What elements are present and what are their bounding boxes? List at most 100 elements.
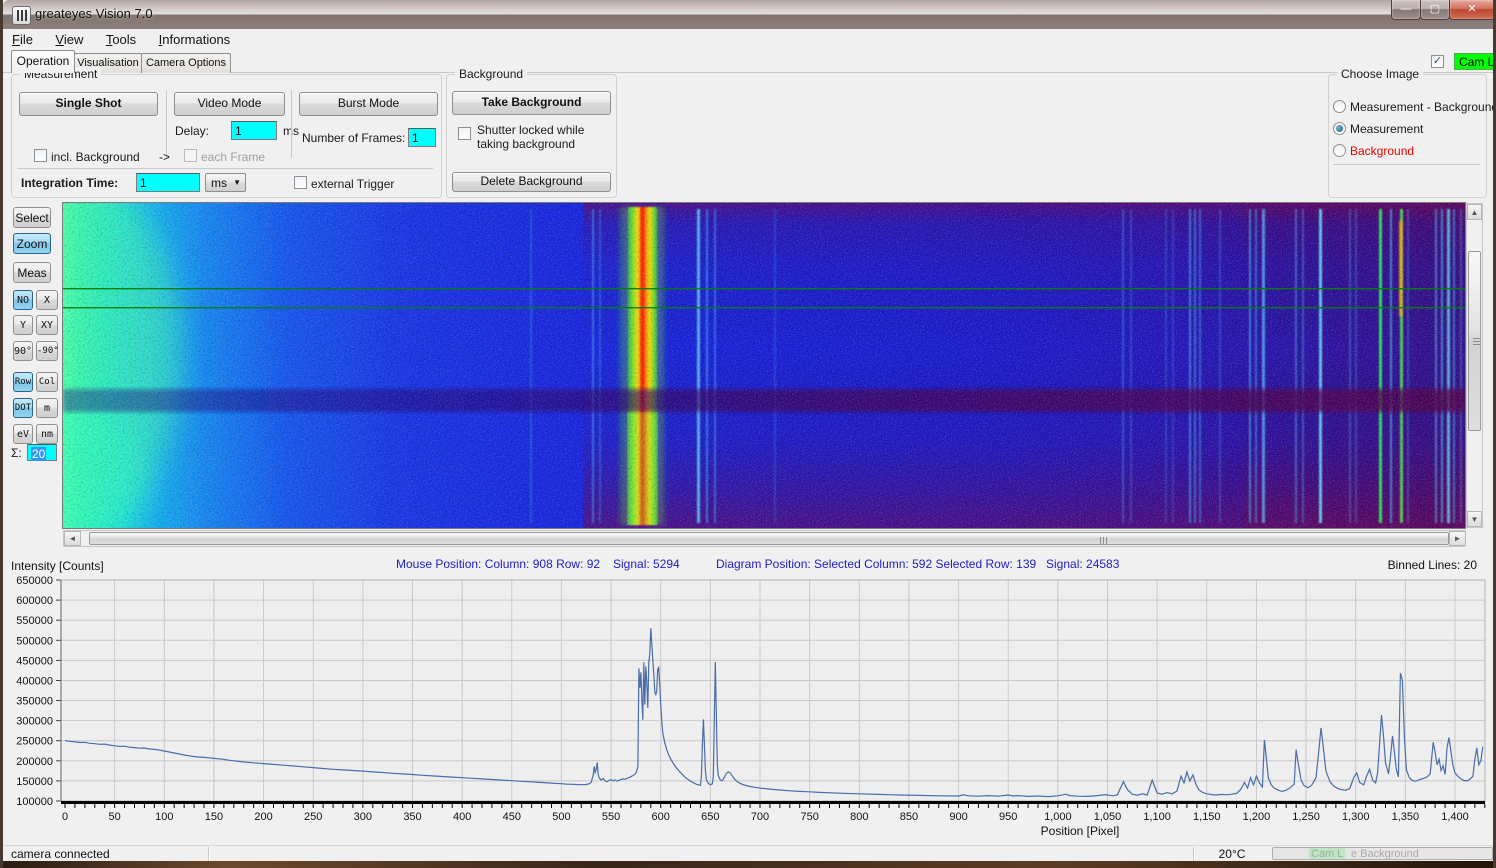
delay-input[interactable]: 1 (231, 121, 277, 140)
cam-indicator: Cam L (1454, 53, 1496, 70)
zoom-tool-button[interactable]: Zoom (13, 233, 51, 254)
maximize-button[interactable]: ▢ (1420, 0, 1450, 20)
number-of-frames-input[interactable]: 1 (408, 128, 436, 147)
cam-checkbox[interactable]: ✓ (1431, 55, 1444, 68)
svg-text:650: 650 (701, 811, 719, 823)
svg-text:650000: 650000 (16, 575, 53, 587)
radio-background-label: Background (1350, 144, 1414, 158)
each-frame-label: each Frame (201, 150, 265, 164)
burst-mode-button[interactable]: Burst Mode (299, 92, 438, 116)
tab-operation[interactable]: Operation (11, 50, 75, 73)
svg-text:900: 900 (949, 811, 967, 823)
incl-background-checkbox[interactable] (34, 149, 47, 162)
svg-text:200: 200 (254, 811, 272, 823)
scroll-right-icon[interactable]: ► (1449, 531, 1466, 546)
menu-file[interactable]: File (3, 29, 42, 50)
svg-text:300000: 300000 (16, 716, 53, 728)
select-tool-button[interactable]: Select (13, 207, 51, 228)
toggle-row-button[interactable]: Row (13, 372, 33, 392)
x-axis (61, 801, 1485, 804)
menu-bar: File View Tools Informations (3, 29, 1496, 51)
scroll-grip-icon (1473, 338, 1480, 346)
disabled-progress-panel: Cam L e Background (1272, 847, 1493, 860)
take-background-button[interactable]: Take Background (452, 91, 611, 115)
each-frame-checkbox[interactable] (184, 149, 197, 162)
svg-text:600000: 600000 (16, 595, 53, 607)
shutter-locked-checkbox[interactable] (458, 127, 471, 140)
svg-text:350000: 350000 (16, 696, 53, 708)
toggle-dot-button[interactable]: DOT (13, 398, 33, 418)
svg-text:1,200: 1,200 (1243, 811, 1271, 823)
external-trigger-checkbox[interactable] (294, 176, 307, 189)
svg-text:600: 600 (652, 811, 670, 823)
number-of-frames-label: Number of Frames: (302, 131, 405, 145)
horizontal-scroll-thumb[interactable] (89, 532, 1449, 545)
window-title: greateyes Vision 7.0 (35, 6, 153, 21)
single-shot-button[interactable]: Single Shot (19, 92, 158, 116)
diagram-signal-readout: Signal: 24583 (1046, 557, 1119, 571)
toggle-90-button[interactable]: 90° (13, 341, 33, 361)
toggle-no-button[interactable]: NO (13, 290, 33, 310)
menu-informations[interactable]: Informations (150, 29, 240, 50)
svg-text:500000: 500000 (16, 635, 53, 647)
radio-background[interactable] (1333, 144, 1346, 157)
toggle-ev-button[interactable]: eV (13, 424, 33, 444)
measurement-hseparator (17, 168, 433, 169)
meas-tool-button[interactable]: Meas (13, 262, 51, 283)
scroll-left-icon[interactable]: ◄ (64, 531, 81, 546)
binning-input[interactable]: 20 (27, 444, 57, 461)
image-horizontal-scrollbar[interactable]: ◄ ► (63, 530, 1465, 547)
svg-text:350: 350 (403, 811, 421, 823)
menu-tools[interactable]: Tools (97, 29, 145, 50)
ccd-image-viewport[interactable] (62, 202, 1466, 529)
measurement-separator-2 (291, 90, 292, 158)
scroll-down-icon[interactable]: ▼ (1467, 511, 1482, 527)
toggle-y-button[interactable]: Y (13, 315, 33, 335)
vertical-scroll-thumb[interactable] (1468, 251, 1481, 431)
svg-text:950: 950 (999, 811, 1017, 823)
chart-ylabel: Intensity [Counts] (11, 559, 104, 573)
svg-text:100000: 100000 (16, 796, 53, 808)
toggle-x-button[interactable]: X (36, 290, 58, 310)
scroll-up-icon[interactable]: ▲ (1467, 204, 1482, 220)
minimize-button[interactable]: — (1391, 0, 1421, 20)
incl-background-label: incl. Background (51, 150, 140, 164)
svg-text:450000: 450000 (16, 655, 53, 667)
toggle-col-button[interactable]: Col (36, 372, 58, 392)
radio-measurement-minus-background[interactable] (1333, 100, 1346, 113)
toggle-minus90-button[interactable]: -90° (36, 341, 58, 361)
svg-text:250000: 250000 (16, 736, 53, 748)
binning-value: 20 (31, 447, 46, 461)
svg-text:400: 400 (453, 811, 471, 823)
toggle-xy-button[interactable]: XY (36, 315, 58, 335)
choose-image-hseparator (1333, 164, 1480, 165)
close-button[interactable]: ✕ (1449, 0, 1495, 20)
integration-unit-select[interactable]: ms▼ (205, 173, 246, 192)
measurement-separator-1 (166, 90, 167, 158)
ccd-image[interactable] (63, 203, 1465, 528)
diagram-position-readout: Diagram Position: Selected Column: 592 S… (716, 557, 1036, 571)
svg-text:1,250: 1,250 (1292, 811, 1320, 823)
spectrum-chart[interactable]: 1000001500002000002500003000003500004000… (3, 556, 1496, 845)
statusbar-divider (1193, 847, 1194, 861)
delete-background-button[interactable]: Delete Background (452, 172, 611, 192)
title-bar[interactable]: greateyes Vision 7.0 — ▢ ✕ (3, 0, 1496, 30)
mouse-position-readout: Mouse Position: Column: 908 Row: 92 (396, 557, 600, 571)
image-vertical-scrollbar[interactable]: ▲ ▼ (1466, 203, 1483, 528)
connection-status: camera connected (11, 847, 110, 861)
chart-xlabel: Position [Pixel] (1041, 824, 1120, 838)
plot-area (61, 580, 1485, 801)
sensor-noise-dark (63, 203, 1465, 528)
toggle-nm-button[interactable]: nm (36, 424, 58, 444)
menu-view[interactable]: View (46, 29, 92, 50)
toggle-m-button[interactable]: m (36, 398, 58, 418)
video-mode-button[interactable]: Video Mode (174, 92, 285, 116)
radio-measurement[interactable] (1333, 122, 1346, 135)
status-bar: camera connected 20°C Cam L e Background (3, 845, 1496, 862)
sigma-label: Σ: (11, 446, 22, 460)
integration-time-input[interactable]: 1 (136, 173, 200, 192)
svg-text:800: 800 (850, 811, 868, 823)
choose-image-legend: Choose Image (1337, 67, 1423, 81)
shutter-locked-label-2: taking background (477, 137, 575, 151)
tab-camera-options[interactable]: Camera Options (141, 53, 231, 73)
